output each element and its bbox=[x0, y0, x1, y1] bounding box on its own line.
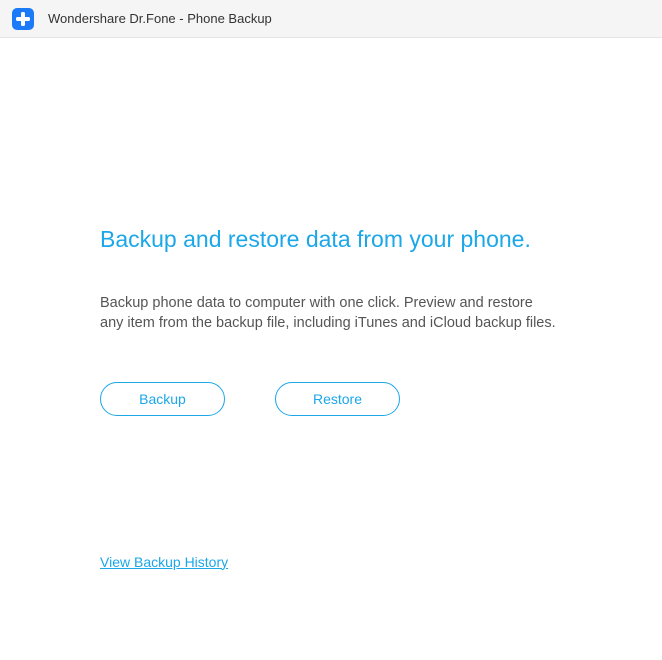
main-content: Backup and restore data from your phone.… bbox=[0, 38, 662, 572]
restore-button[interactable]: Restore bbox=[275, 382, 400, 416]
page-description: Backup phone data to computer with one c… bbox=[100, 293, 560, 334]
backup-button[interactable]: Backup bbox=[100, 382, 225, 416]
app-icon bbox=[12, 8, 34, 30]
button-row: Backup Restore bbox=[100, 382, 562, 416]
title-bar: Wondershare Dr.Fone - Phone Backup bbox=[0, 0, 662, 38]
plus-cross-icon bbox=[15, 11, 31, 27]
window-title: Wondershare Dr.Fone - Phone Backup bbox=[48, 11, 272, 26]
page-headline: Backup and restore data from your phone. bbox=[100, 226, 562, 253]
view-backup-history-link[interactable]: View Backup History bbox=[100, 554, 228, 570]
